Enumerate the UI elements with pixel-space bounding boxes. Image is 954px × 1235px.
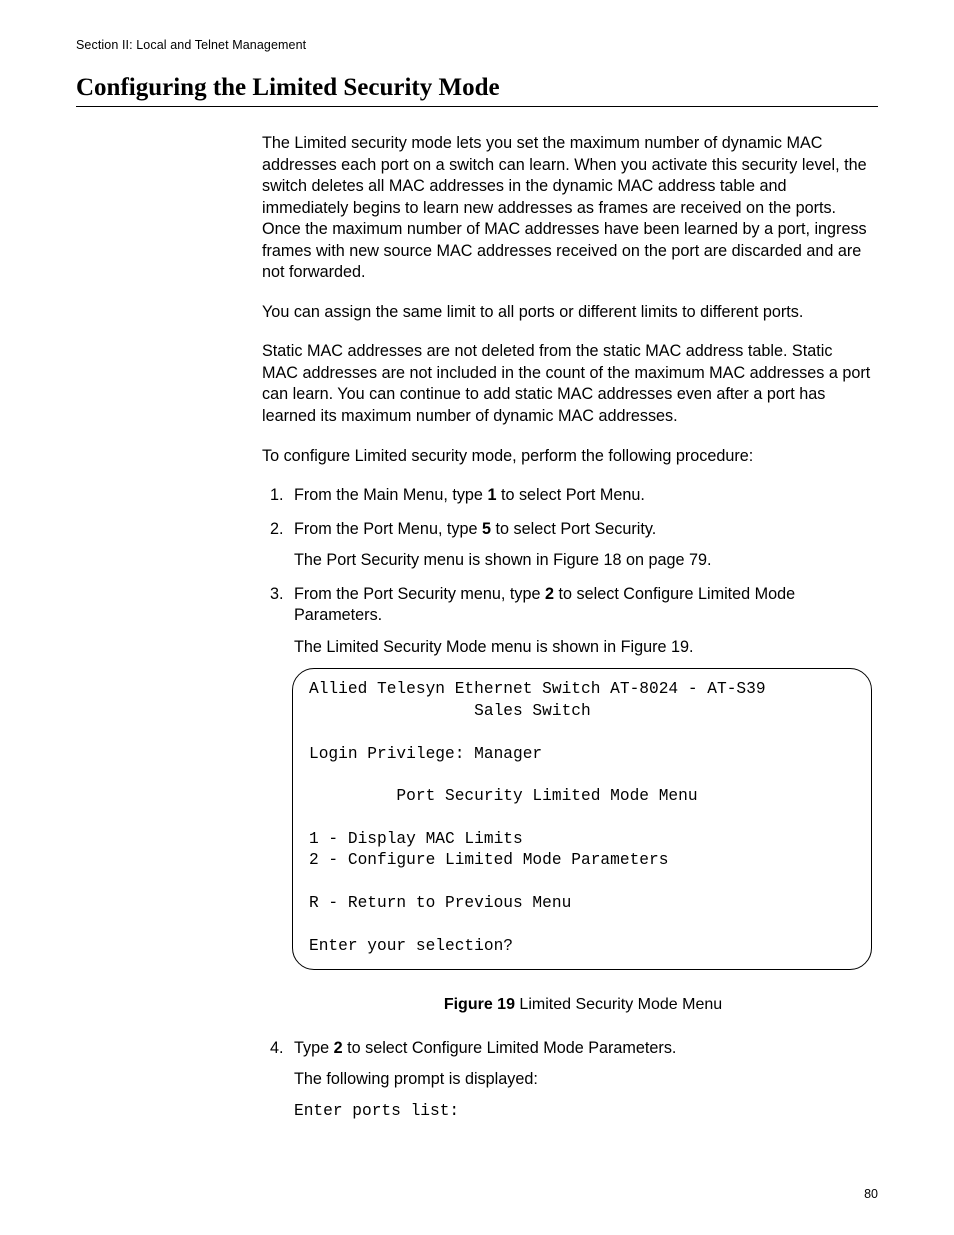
figure-label: Figure 19 bbox=[444, 996, 515, 1013]
step-text: to select Configure Limited Mode Paramet… bbox=[343, 1039, 677, 1057]
terminal-line: 2 - Configure Limited Mode Parameters bbox=[309, 851, 668, 869]
terminal-line: R - Return to Previous Menu bbox=[309, 894, 571, 912]
paragraph: Static MAC addresses are not deleted fro… bbox=[262, 341, 872, 427]
figure-caption: Figure 19 Limited Security Mode Menu bbox=[294, 994, 872, 1015]
terminal-line: Login Privilege: Manager bbox=[309, 745, 542, 763]
step-key: 2 bbox=[334, 1039, 343, 1057]
paragraph: To configure Limited security mode, perf… bbox=[262, 446, 872, 468]
step-2: From the Port Menu, type 5 to select Por… bbox=[288, 519, 872, 572]
prompt-text: Enter ports list: bbox=[294, 1101, 872, 1123]
terminal-line: Sales Switch bbox=[309, 702, 591, 720]
step-3: From the Port Security menu, type 2 to s… bbox=[288, 584, 872, 1016]
terminal-line: Allied Telesyn Ethernet Switch AT-8024 -… bbox=[309, 680, 766, 698]
terminal-figure: Allied Telesyn Ethernet Switch AT-8024 -… bbox=[294, 668, 872, 970]
step-4: Type 2 to select Configure Limited Mode … bbox=[288, 1038, 872, 1123]
body-content: The Limited security mode lets you set t… bbox=[262, 133, 872, 1122]
step-1: From the Main Menu, type 1 to select Por… bbox=[288, 485, 872, 507]
page: Section II: Local and Telnet Management … bbox=[0, 0, 954, 1235]
step-text: to select Port Security. bbox=[491, 520, 656, 538]
terminal-screen: Allied Telesyn Ethernet Switch AT-8024 -… bbox=[292, 668, 872, 970]
page-number: 80 bbox=[864, 1187, 878, 1201]
paragraph: You can assign the same limit to all por… bbox=[262, 302, 872, 324]
step-text: to select Port Menu. bbox=[496, 486, 644, 504]
step-key: 5 bbox=[482, 520, 491, 538]
step-note: The following prompt is displayed: bbox=[294, 1069, 872, 1091]
terminal-line: 1 - Display MAC Limits bbox=[309, 830, 523, 848]
section-title: Configuring the Limited Security Mode bbox=[76, 74, 878, 107]
terminal-line: Enter your selection? bbox=[309, 937, 513, 955]
step-text: From the Main Menu, type bbox=[294, 486, 487, 504]
procedure-list: From the Main Menu, type 1 to select Por… bbox=[262, 485, 872, 1122]
running-header: Section II: Local and Telnet Management bbox=[76, 38, 878, 52]
terminal-line: Port Security Limited Mode Menu bbox=[309, 787, 698, 805]
step-text: From the Port Security menu, type bbox=[294, 585, 545, 603]
step-note: The Port Security menu is shown in Figur… bbox=[294, 550, 872, 572]
step-text: Type bbox=[294, 1039, 334, 1057]
paragraph: The Limited security mode lets you set t… bbox=[262, 133, 872, 284]
step-note: The Limited Security Mode menu is shown … bbox=[294, 637, 872, 659]
step-key: 2 bbox=[545, 585, 554, 603]
step-text: From the Port Menu, type bbox=[294, 520, 482, 538]
figure-text: Limited Security Mode Menu bbox=[515, 996, 722, 1013]
